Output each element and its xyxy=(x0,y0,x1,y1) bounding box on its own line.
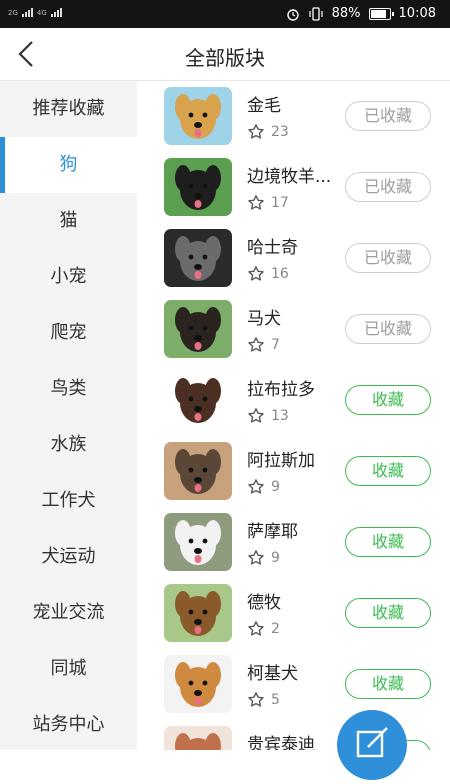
app-header: 全部版块 xyxy=(0,28,450,81)
favorite-count: 17 xyxy=(271,195,289,211)
sidebar-item-industry[interactable]: 宠业交流 xyxy=(0,585,137,641)
board-name: 德牧 xyxy=(247,593,281,613)
compose-icon xyxy=(356,727,388,758)
list-item[interactable]: 阿拉斯加 9 收藏 xyxy=(137,436,450,507)
list-item[interactable]: 萨摩耶 9 收藏 xyxy=(137,507,450,578)
sidebar-item-birds[interactable]: 鸟类 xyxy=(0,361,137,417)
sidebar-item-local[interactable]: 同城 xyxy=(0,641,137,697)
collect-button[interactable]: 收藏 xyxy=(345,527,431,557)
signal-indicators: 2G 4G xyxy=(8,7,62,17)
star-icon xyxy=(248,621,264,636)
board-name: 金毛 xyxy=(247,96,281,116)
star-icon xyxy=(248,692,264,707)
list-item[interactable]: 哈士奇 16 已收藏 xyxy=(137,223,450,294)
favorite-count: 13 xyxy=(271,408,289,424)
sidebar-item-dog-sports[interactable]: 犬运动 xyxy=(0,529,137,585)
collected-button[interactable]: 已收藏 xyxy=(345,172,431,202)
sidebar-item-site-center[interactable]: 站务中心 xyxy=(0,697,137,753)
list-item[interactable]: 德牧 2 收藏 xyxy=(137,578,450,649)
favorite-count: 2 xyxy=(271,621,280,637)
board-thumbnail xyxy=(164,726,232,750)
board-name: 马犬 xyxy=(247,309,281,329)
collect-button[interactable]: 收藏 xyxy=(345,598,431,628)
sidebar-item-recommended[interactable]: 推荐收藏 xyxy=(0,81,137,137)
list-item[interactable]: 拉布拉多 13 收藏 xyxy=(137,365,450,436)
vibrate-icon xyxy=(309,6,323,21)
sidebar-item-aquatic[interactable]: 水族 xyxy=(0,417,137,473)
star-icon xyxy=(248,408,264,423)
board-thumbnail xyxy=(164,87,232,145)
favorite-count: 7 xyxy=(271,337,280,353)
signal-4g-icon xyxy=(50,7,62,17)
sidebar-item-small-pets[interactable]: 小宠 xyxy=(0,249,137,305)
battery-percent: 88% xyxy=(331,6,361,21)
signal-2g-icon xyxy=(21,7,33,17)
collected-button[interactable]: 已收藏 xyxy=(345,243,431,273)
sidebar-item-cat[interactable]: 猫 xyxy=(0,193,137,249)
board-name: 萨摩耶 xyxy=(247,522,298,542)
collected-button[interactable]: 已收藏 xyxy=(345,101,431,131)
clock: 10:08 xyxy=(398,6,436,21)
collect-button[interactable]: 收藏 xyxy=(345,456,431,486)
board-name: 贵宾泰迪 xyxy=(247,735,315,750)
star-icon xyxy=(248,124,264,139)
board-name: 哈士奇 xyxy=(247,238,298,258)
board-thumbnail xyxy=(164,513,232,571)
star-icon xyxy=(248,266,264,281)
board-thumbnail xyxy=(164,371,232,429)
category-sidebar: 推荐收藏 狗 猫 小宠 爬宠 鸟类 水族 工作犬 犬运动 宠业交流 同城 站务中… xyxy=(0,81,137,750)
board-thumbnail xyxy=(164,300,232,358)
alarm-icon xyxy=(286,8,299,21)
status-bar: 2G 4G 88% 10:08 xyxy=(0,0,450,28)
board-name: 柯基犬 xyxy=(247,664,298,684)
sidebar-item-dog[interactable]: 狗 xyxy=(0,137,137,193)
favorite-count: 9 xyxy=(271,479,280,495)
board-thumbnail xyxy=(164,442,232,500)
star-icon xyxy=(248,195,264,210)
collect-button[interactable]: 收藏 xyxy=(345,385,431,415)
signal-4g-label: 4G xyxy=(36,9,47,17)
board-list: 金毛 23 已收藏 边境牧羊... 17 已收藏 哈士奇 16 已收藏 马犬 7… xyxy=(137,81,450,750)
star-icon xyxy=(248,479,264,494)
list-item[interactable]: 金毛 23 已收藏 xyxy=(137,81,450,152)
list-item[interactable]: 边境牧羊... 17 已收藏 xyxy=(137,152,450,223)
board-name: 阿拉斯加 xyxy=(247,451,315,471)
board-name: 边境牧羊... xyxy=(247,167,332,187)
collect-button[interactable]: 收藏 xyxy=(345,669,431,699)
star-icon xyxy=(248,550,264,565)
board-thumbnail xyxy=(164,158,232,216)
star-icon xyxy=(248,337,264,352)
list-item[interactable]: 马犬 7 已收藏 xyxy=(137,294,450,365)
favorite-count: 5 xyxy=(271,692,280,708)
sidebar-item-reptiles[interactable]: 爬宠 xyxy=(0,305,137,361)
battery-icon xyxy=(368,7,394,20)
collected-button[interactable]: 已收藏 xyxy=(345,314,431,344)
compose-button[interactable] xyxy=(337,710,407,780)
board-thumbnail xyxy=(164,584,232,642)
signal-2g-label: 2G xyxy=(8,9,18,17)
favorite-count: 16 xyxy=(271,266,289,282)
board-thumbnail xyxy=(164,655,232,713)
favorite-count: 23 xyxy=(271,124,289,140)
board-name: 拉布拉多 xyxy=(247,380,315,400)
favorite-count: 9 xyxy=(271,550,280,566)
board-thumbnail xyxy=(164,229,232,287)
page-title: 全部版块 xyxy=(185,46,265,70)
sidebar-item-working-dogs[interactable]: 工作犬 xyxy=(0,473,137,529)
